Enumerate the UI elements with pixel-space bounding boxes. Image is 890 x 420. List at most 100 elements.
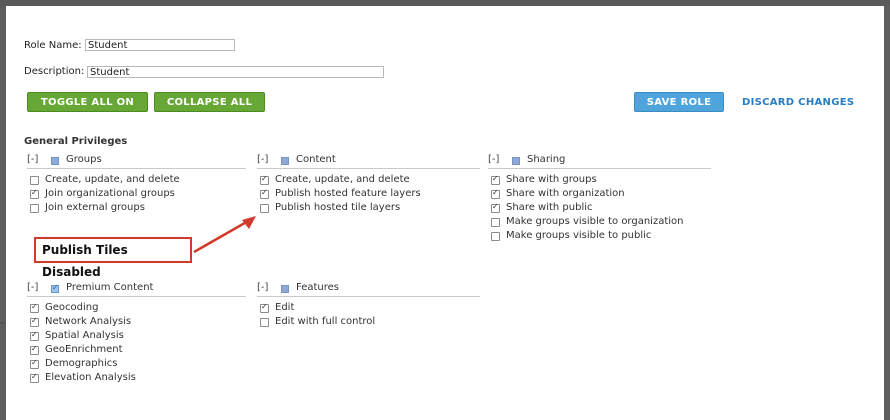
premium-content-header: [-] Premium Content [27,282,246,297]
privilege-checkbox[interactable]: ✓ [260,188,269,199]
privilege-item: ✓ Create, update, and delete [257,174,480,188]
privilege-label: Spatial Analysis [45,330,124,341]
privilege-item: ✓ Share with public [488,202,711,216]
edit-role-panel: Role Name: Student Description: Student … [6,6,884,420]
features-select-all-checkbox[interactable] [281,285,289,293]
privilege-label: Make groups visible to organization [506,216,684,227]
privilege-checkbox[interactable]: ✓ [30,358,39,369]
privilege-label: GeoEnrichment [45,344,123,355]
privilege-label: Geocoding [45,302,99,313]
sharing-section: [-] Sharing ✓ Share with groups ✓ Share … [488,154,711,244]
premium-content-list: ✓ Geocoding ✓ Network Analysis ✓ Spatial… [27,302,246,386]
premium-content-collapse-toggle[interactable]: [-] [27,282,38,293]
privilege-checkbox[interactable] [491,232,500,241]
features-collapse-toggle[interactable]: [-] [257,282,268,293]
check-icon: ✓ [261,302,268,311]
general-privileges-title: General Privileges [24,136,128,147]
content-section: [-] Content ✓ Create, update, and delete… [257,154,480,216]
role-name-label: Role Name: [24,40,82,51]
privilege-label: Share with public [506,202,593,213]
content-select-all-checkbox[interactable] [281,157,289,165]
role-name-input[interactable]: Student [85,39,235,51]
privilege-item: ✓ Share with groups [488,174,711,188]
privilege-checkbox[interactable]: ✓ [30,316,39,327]
privilege-item: ✓ Share with organization [488,188,711,202]
groups-section: [-] Groups Create, update, and delete ✓ … [27,154,246,216]
save-role-button[interactable]: SAVE ROLE [634,92,724,112]
sharing-title: Sharing [527,154,566,165]
sharing-header: [-] Sharing [488,154,711,169]
check-icon: ✓ [31,358,38,367]
red-arrow-icon [193,216,256,254]
privilege-checkbox[interactable] [30,204,39,213]
content-collapse-toggle[interactable]: [-] [257,154,268,165]
privilege-item: ✓ Demographics [27,358,246,372]
privilege-label: Join organizational groups [45,188,175,199]
privilege-checkbox[interactable]: ✓ [491,188,500,199]
privilege-item: ✓ Elevation Analysis [27,372,246,386]
features-list: ✓ Edit Edit with full control [257,302,480,330]
sharing-list: ✓ Share with groups ✓ Share with organiz… [488,174,711,244]
privilege-item: Create, update, and delete [27,174,246,188]
privilege-item: ✓ Edit [257,302,480,316]
privilege-item: Publish hosted tile layers [257,202,480,216]
description-label: Description: [24,66,85,77]
privilege-label: Create, update, and delete [45,174,180,185]
privilege-label: Join external groups [45,202,145,213]
content-list: ✓ Create, update, and delete ✓ Publish h… [257,174,480,216]
content-title: Content [296,154,336,165]
privilege-item: ✓ Join organizational groups [27,188,246,202]
publish-tiles-disabled-callout: Publish Tiles Disabled [34,237,192,279]
privilege-checkbox[interactable] [30,176,39,185]
groups-list: Create, update, and delete ✓ Join organi… [27,174,246,216]
privilege-label: Network Analysis [45,316,132,327]
check-icon: ✓ [31,188,38,197]
sharing-collapse-toggle[interactable]: [-] [488,154,499,165]
check-icon: ✓ [492,188,499,197]
privilege-checkbox[interactable]: ✓ [30,302,39,313]
discard-changes-link[interactable]: DISCARD CHANGES [742,97,854,108]
check-icon: ✓ [31,344,38,353]
check-icon: ✓ [31,330,38,339]
privilege-item: ✓ Network Analysis [27,316,246,330]
privilege-item: ✓ Publish hosted feature layers [257,188,480,202]
sharing-select-all-checkbox[interactable] [512,157,520,165]
groups-collapse-toggle[interactable]: [-] [27,154,38,165]
check-icon: ✓ [492,202,499,211]
groups-select-all-checkbox[interactable] [51,157,59,165]
groups-header: [-] Groups [27,154,246,169]
privilege-checkbox[interactable]: ✓ [30,188,39,199]
privilege-item: Make groups visible to organization [488,216,711,230]
description-input[interactable]: Student [87,66,384,78]
privilege-checkbox[interactable] [260,318,269,327]
check-icon: ✓ [31,372,38,381]
collapse-all-button[interactable]: COLLAPSE ALL [154,92,265,112]
privilege-checkbox[interactable]: ✓ [260,174,269,185]
content-header: [-] Content [257,154,480,169]
privilege-checkbox[interactable]: ✓ [260,302,269,313]
check-icon: ✓ [31,316,38,325]
privilege-label: Publish hosted feature layers [275,188,421,199]
privilege-checkbox[interactable]: ✓ [491,174,500,185]
features-section: [-] Features ✓ Edit Edit with full contr… [257,282,480,330]
check-icon: ✓ [31,302,38,311]
privilege-item: ✓ GeoEnrichment [27,344,246,358]
privilege-label: Publish hosted tile layers [275,202,401,213]
privilege-checkbox[interactable] [491,218,500,227]
premium-content-select-all-checkbox[interactable] [51,283,59,293]
privilege-label: Share with groups [506,174,597,185]
features-title: Features [296,282,339,293]
privilege-label: Share with organization [506,188,625,199]
privilege-checkbox[interactable]: ✓ [30,344,39,355]
privilege-label: Make groups visible to public [506,230,652,241]
check-icon: ✓ [261,174,268,183]
features-header: [-] Features [257,282,480,297]
privilege-checkbox[interactable]: ✓ [30,372,39,383]
check-icon: ✓ [261,188,268,197]
toggle-all-on-button[interactable]: TOGGLE ALL ON [27,92,148,112]
privilege-label: Demographics [45,358,118,369]
privilege-label: Elevation Analysis [45,372,136,383]
groups-title: Groups [66,154,102,165]
privilege-checkbox[interactable]: ✓ [491,202,500,213]
privilege-checkbox[interactable]: ✓ [30,330,39,341]
